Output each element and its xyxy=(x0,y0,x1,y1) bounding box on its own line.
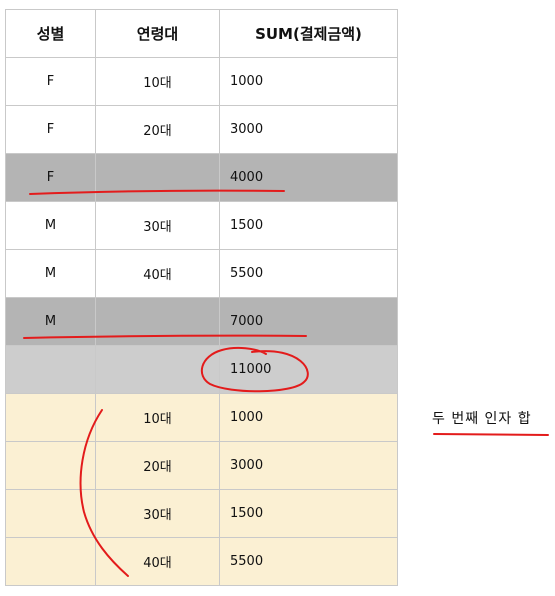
gender-cell xyxy=(5,345,96,394)
age-cell xyxy=(95,345,220,394)
gender-cell xyxy=(5,537,96,586)
age-cell: 20대 xyxy=(95,441,220,490)
age-total-row: 30대 1500 xyxy=(5,489,398,538)
age-cell xyxy=(95,153,220,202)
sum-cell: 5500 xyxy=(219,537,398,586)
age-cell: 30대 xyxy=(95,201,220,250)
sum-cell: 1000 xyxy=(219,57,398,106)
age-cell: 30대 xyxy=(95,489,220,538)
age-cell xyxy=(95,297,220,346)
age-cell: 20대 xyxy=(95,105,220,154)
sum-cell: 7000 xyxy=(219,297,398,346)
second-argument-sum-note: 두 번째 인자 합 xyxy=(432,411,532,427)
header-row: 성별 연령대 SUM(결제금액) xyxy=(5,9,398,58)
gender-subtotal-row: F 4000 xyxy=(5,153,398,202)
gender-cell: F xyxy=(5,57,96,106)
table-row: M 40대 5500 xyxy=(5,249,398,298)
sum-cell: 11000 xyxy=(219,345,398,394)
gender-cell xyxy=(5,489,96,538)
sum-cell: 1500 xyxy=(219,489,398,538)
sum-cell: 4000 xyxy=(219,153,398,202)
sum-cell: 3000 xyxy=(219,441,398,490)
age-cell: 10대 xyxy=(95,57,220,106)
header-sum: SUM(결제금액) xyxy=(219,9,398,58)
gender-cell: M xyxy=(5,297,96,346)
age-total-row: 20대 3000 xyxy=(5,441,398,490)
gender-cell: F xyxy=(5,105,96,154)
header-age-group: 연령대 xyxy=(95,9,220,58)
age-total-row: 10대 1000 xyxy=(5,393,398,442)
table-row: F 20대 3000 xyxy=(5,105,398,154)
header-gender: 성별 xyxy=(5,9,96,58)
gender-cell xyxy=(5,441,96,490)
age-total-row: 40대 5500 xyxy=(5,537,398,586)
gender-subtotal-row: M 7000 xyxy=(5,297,398,346)
sum-cell: 5500 xyxy=(219,249,398,298)
gender-cell: F xyxy=(5,153,96,202)
sum-cell: 1000 xyxy=(219,393,398,442)
table-row: F 10대 1000 xyxy=(5,57,398,106)
grand-total-row: 11000 xyxy=(5,345,398,394)
age-cell: 10대 xyxy=(95,393,220,442)
gender-cell xyxy=(5,393,96,442)
gender-cell: M xyxy=(5,201,96,250)
age-cell: 40대 xyxy=(95,249,220,298)
age-cell: 40대 xyxy=(95,537,220,586)
sum-cell: 3000 xyxy=(219,105,398,154)
underline-side-note xyxy=(433,433,549,436)
rollup-result-table: 성별 연령대 SUM(결제금액) F 10대 1000 F 20대 3000 F… xyxy=(5,9,398,586)
sum-cell: 1500 xyxy=(219,201,398,250)
table-row: M 30대 1500 xyxy=(5,201,398,250)
gender-cell: M xyxy=(5,249,96,298)
